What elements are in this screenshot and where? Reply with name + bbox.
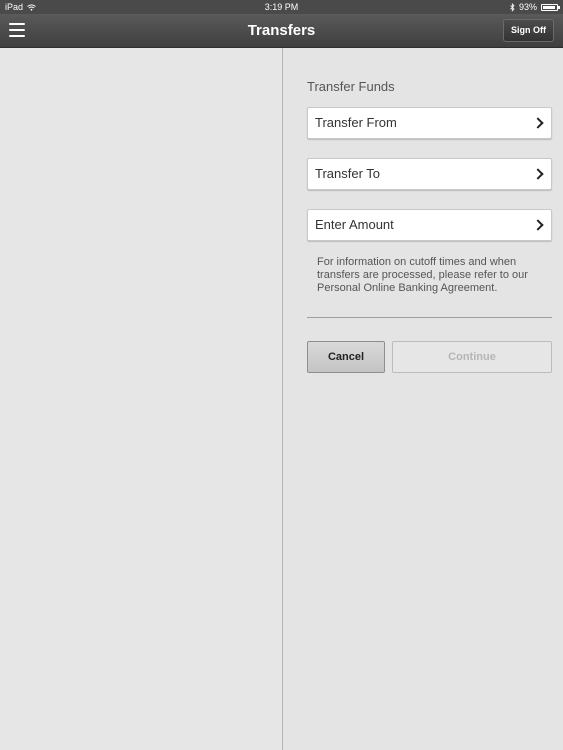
transfer-to-field[interactable]: Transfer To: [307, 158, 552, 190]
chevron-right-icon: [532, 168, 544, 180]
page-title: Transfers: [247, 22, 316, 39]
cutoff-info-text: For information on cutoff times and when…: [317, 256, 528, 294]
form-divider: [307, 317, 552, 318]
battery-level: [543, 5, 555, 9]
transfer-from-label: Transfer From: [315, 115, 397, 130]
section-title: Transfer Funds: [307, 79, 395, 94]
sign-off-button[interactable]: Sign Off: [503, 19, 554, 42]
enter-amount-field[interactable]: Enter Amount: [307, 209, 552, 241]
chevron-right-icon: [532, 117, 544, 129]
battery-icon: [541, 3, 560, 11]
transfer-to-label: Transfer To: [315, 166, 381, 181]
nav-bar: Transfers Sign Off: [0, 14, 563, 48]
bluetooth-icon: [510, 2, 515, 12]
detail-pane: Transfer Funds Transfer From Transfer To…: [283, 48, 563, 750]
continue-button[interactable]: Continue: [392, 341, 552, 373]
chevron-right-icon: [532, 219, 544, 231]
master-pane: [0, 48, 282, 750]
status-right: 93%: [510, 0, 560, 14]
status-time: 3:19 PM: [264, 2, 299, 12]
battery-percent: 93%: [518, 2, 537, 12]
status-bar: iPad 3:19 PM 93%: [0, 0, 563, 14]
cancel-button[interactable]: Cancel: [307, 341, 385, 373]
enter-amount-label: Enter Amount: [315, 217, 394, 232]
transfer-from-field[interactable]: Transfer From: [307, 107, 552, 139]
